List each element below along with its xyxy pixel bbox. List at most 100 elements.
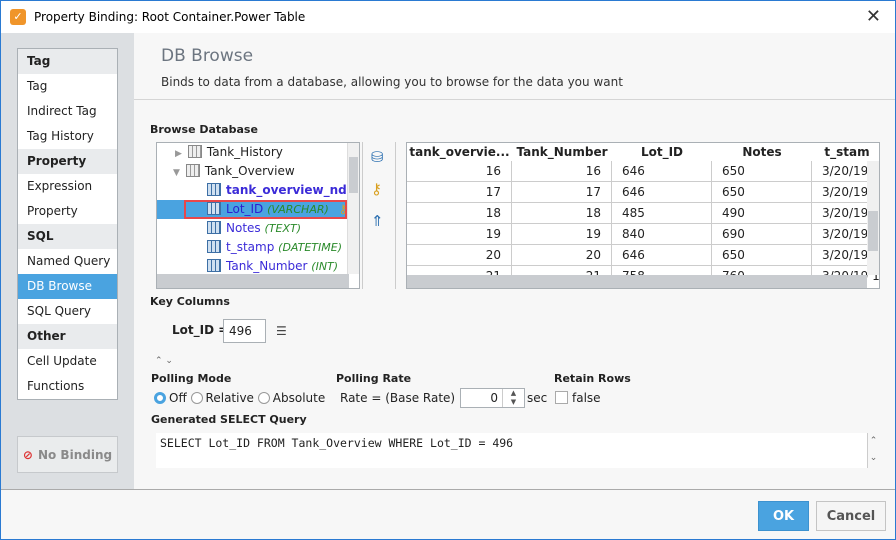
- spinner-arrows-icon[interactable]: ▲ ▼: [502, 389, 524, 407]
- tree-node-type: (INT): [311, 260, 339, 273]
- table-cell: 690: [712, 224, 812, 245]
- table-cell: 646: [612, 182, 712, 203]
- table-row[interactable]: 18 18 485 490 3/20/19 1: [407, 203, 879, 224]
- polling-mode-label: Polling Mode: [151, 372, 232, 385]
- column-header[interactable]: t_stam: [812, 143, 879, 161]
- table-cell: 16: [407, 161, 512, 182]
- app-icon: ✓: [10, 9, 26, 25]
- tree-node-tank-overview[interactable]: ▼ Tank_Overview: [173, 162, 295, 181]
- key-column-name: Lot_ID =: [172, 323, 229, 337]
- sidebar-item-tag[interactable]: Tag: [18, 74, 117, 99]
- no-binding-label: No Binding: [37, 447, 113, 462]
- tree-node-type: (DATETIME): [278, 241, 343, 254]
- column-header[interactable]: Lot_ID: [612, 143, 712, 161]
- tree-node-type: (TEXT): [264, 222, 302, 235]
- column-icon: [207, 240, 221, 253]
- binding-type-panel: Tag Tag Indirect Tag Tag History Property Exp…: [1, 33, 134, 489]
- refresh-database-icon[interactable]: ⛁: [371, 148, 384, 166]
- tree-node-label: Tank_Number: [226, 259, 308, 273]
- table-row[interactable]: 16 16 646 650 3/20/19 1: [407, 161, 879, 182]
- rate-unit: sec: [527, 391, 548, 405]
- collapse-icon[interactable]: ⌃ ⌄: [155, 356, 173, 366]
- table-cell: 485: [612, 203, 712, 224]
- table-cell: 17: [407, 182, 512, 203]
- prohibited-icon: ⊘: [22, 447, 33, 462]
- column-icon: [207, 221, 221, 234]
- table-cell: 19: [512, 224, 612, 245]
- table-cell: 490: [712, 203, 812, 224]
- sidebar-item-indirect-tag[interactable]: Indirect Tag: [18, 99, 117, 124]
- page-title: DB Browse: [161, 46, 254, 66]
- sidebar-item-db-browse[interactable]: DB Browse: [18, 274, 117, 299]
- table-vertical-scrollbar[interactable]: [867, 161, 879, 275]
- generated-query-text[interactable]: SELECT Lot_ID FROM Tank_Overview WHERE L…: [156, 433, 867, 468]
- column-header[interactable]: Tank_Number: [512, 143, 612, 161]
- table-row[interactable]: 19 19 840 690 3/20/19 1: [407, 224, 879, 245]
- tree-node-t-stamp[interactable]: t_stamp (DATETIME): [207, 238, 342, 257]
- dialog-footer: OK Cancel: [1, 489, 895, 539]
- tree-node-label: Tank_History: [206, 145, 283, 159]
- tree-node-lot-id[interactable]: Lot_ID (VARCHAR) ⚷: [157, 200, 348, 219]
- page-header: DB Browse Binds to data from a database,…: [134, 33, 895, 100]
- table-horizontal-scrollbar[interactable]: [407, 275, 867, 288]
- sidebar-item-tag-history[interactable]: Tag History: [18, 124, 117, 149]
- table-cell: 646: [612, 161, 712, 182]
- table-cell: 16: [512, 161, 612, 182]
- polling-off-radio[interactable]: Off: [154, 391, 187, 405]
- table-cell: 840: [612, 224, 712, 245]
- tree-node-label: Notes: [226, 221, 261, 235]
- column-icon: [207, 259, 221, 272]
- sidebar-section-sql: SQL: [18, 224, 117, 249]
- key-options-icon[interactable]: ☰: [276, 324, 287, 338]
- tree-node-label: t_stamp: [226, 240, 275, 254]
- sidebar-item-sql-query[interactable]: SQL Query: [18, 299, 117, 324]
- retain-rows-checkbox[interactable]: false: [555, 391, 601, 405]
- ok-button[interactable]: OK: [758, 501, 809, 531]
- column-header[interactable]: tank_overvie...: [407, 143, 512, 161]
- table-row[interactable]: 20 20 646 650 3/20/19 1: [407, 245, 879, 266]
- browse-toolbar: ⛁ ⚷ ⇑: [362, 142, 396, 289]
- database-tree[interactable]: ▶ Tank_History ▼ Tank_Overview tank_overvi…: [156, 142, 360, 289]
- sidebar-item-functions[interactable]: Functions: [18, 374, 117, 399]
- polling-absolute-radio[interactable]: Absolute: [257, 391, 325, 405]
- polling-rate-spinner[interactable]: 0 ▲ ▼: [460, 388, 525, 408]
- sidebar-section-other: Other: [18, 324, 117, 349]
- polling-rate-label: Polling Rate: [336, 372, 412, 385]
- table-cell: 20: [407, 245, 512, 266]
- sort-icon[interactable]: ⇑: [371, 212, 384, 230]
- sidebar-item-property[interactable]: Property: [18, 199, 117, 224]
- table-icon: [187, 145, 202, 158]
- page-description: Binds to data from a database, allowing …: [161, 75, 623, 89]
- tree-node-index[interactable]: tank_overview_ndx (: [207, 181, 359, 200]
- table-cell: 650: [712, 245, 812, 266]
- polling-mode-group: Off Relative Absolute: [154, 391, 325, 405]
- tree-node-notes[interactable]: Notes (TEXT): [207, 219, 301, 238]
- table-cell: 18: [407, 203, 512, 224]
- no-binding-button[interactable]: ⊘ No Binding: [17, 436, 118, 473]
- column-header[interactable]: Notes: [712, 143, 812, 161]
- sidebar-item-cell-update[interactable]: Cell Update: [18, 349, 117, 374]
- table-cell: 17: [512, 182, 612, 203]
- sidebar-section-tag: Tag: [18, 49, 117, 74]
- tree-horizontal-scrollbar[interactable]: [157, 274, 349, 288]
- lot-id-key-input[interactable]: 496: [223, 319, 266, 343]
- table-row[interactable]: 17 17 646 650 3/20/19 1: [407, 182, 879, 203]
- sidebar-item-named-query[interactable]: Named Query: [18, 249, 117, 274]
- query-scrollbar[interactable]: ⌃ ⌄: [867, 433, 879, 468]
- tree-vertical-scrollbar[interactable]: [347, 143, 359, 274]
- polling-relative-radio[interactable]: Relative: [190, 391, 254, 405]
- window-title: Property Binding: Root Container.Power T…: [34, 10, 306, 24]
- results-table[interactable]: tank_overvie... Tank_Number Lot_ID Notes t_s…: [406, 142, 880, 289]
- table-cell: 19: [407, 224, 512, 245]
- tree-node-label: tank_overview_ndx: [226, 183, 355, 197]
- clear-keys-icon[interactable]: ⚷: [371, 180, 382, 198]
- table-cell: 646: [612, 245, 712, 266]
- sidebar-item-expression[interactable]: Expression: [18, 174, 117, 199]
- close-icon[interactable]: ✕: [866, 6, 881, 27]
- tree-node-tank-history[interactable]: ▶ Tank_History: [175, 143, 283, 162]
- generated-query-label: Generated SELECT Query: [151, 413, 307, 426]
- sidebar-section-property: Property: [18, 149, 117, 174]
- tree-node-label: Tank_Overview: [204, 164, 295, 178]
- cancel-button[interactable]: Cancel: [816, 501, 886, 531]
- table-icon: [185, 164, 200, 177]
